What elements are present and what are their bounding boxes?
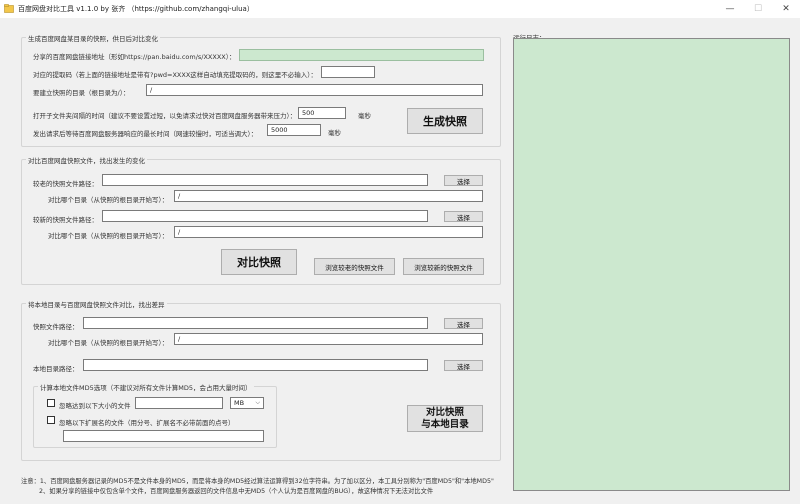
timeout-label: 发出请求后等待百度网盘服务器响应的最长时间（网速较慢时，可适当调大）： [33, 130, 258, 138]
app-icon [4, 4, 14, 13]
snapshot-dir-input[interactable]: / [146, 84, 483, 96]
extract-code-input[interactable] [321, 66, 375, 78]
ignore-size-label: 忽略达到以下大小的文件 [59, 402, 131, 410]
compare-local-button[interactable]: 对比快照 与本地目录 [407, 405, 483, 432]
browse-old-snapshot-button[interactable]: 浏览较老的快照文件 [314, 258, 395, 275]
size-unit-value: MB [234, 399, 245, 407]
new-compare-dir-input[interactable]: / [174, 226, 483, 238]
timeout-unit: 毫秒 [328, 129, 341, 137]
minimize-button[interactable]: — [716, 0, 744, 18]
maximize-button[interactable]: ☐ [744, 0, 772, 18]
snapshot-dir-label: 要建立快照的目录（根目录为/）： [33, 89, 130, 97]
interval-label: 打开子文件夹间隔的时间（建议不要设置过短，以免请求过快对百度网盘服务器带来压力）… [33, 112, 297, 120]
old-snapshot-choose-button[interactable]: 选择 [444, 175, 483, 186]
local-dir-path-input[interactable] [83, 359, 428, 371]
size-unit-dropdown[interactable]: MB ⌵ [230, 397, 264, 409]
ignore-size-input[interactable] [135, 397, 223, 409]
window-title: 百度网盘对比工具 v1.1.0 by 张齐 （https://github.co… [18, 5, 254, 13]
chevron-down-icon: ⌵ [255, 399, 260, 406]
new-snapshot-path-input[interactable] [102, 210, 428, 222]
snapshot-file-path-input[interactable] [83, 317, 428, 329]
local-dir-path-label: 本地目录路径： [33, 365, 79, 373]
local-compare-group-title: 将本地目录与百度网盘快照文件对比，找出差异 [26, 299, 167, 309]
compare-snapshots-button[interactable]: 对比快照 [221, 249, 297, 275]
ignore-size-checkbox[interactable] [47, 399, 55, 407]
snapshot-file-path-label: 快照文件路径： [33, 323, 79, 331]
new-snapshot-path-label: 较新的快照文件路径： [33, 216, 98, 224]
local-dir-choose-button[interactable]: 选择 [444, 360, 483, 371]
local-snap-dir-label: 对比哪个目录（从快照的根目录开始写）： [48, 339, 169, 347]
interval-unit: 毫秒 [358, 112, 371, 120]
compare-local-line2: 与本地目录 [421, 418, 469, 430]
close-button[interactable]: ✕ [772, 0, 800, 18]
local-snap-dir-input[interactable]: / [174, 333, 483, 345]
ignore-ext-input[interactable] [63, 430, 264, 442]
interval-input[interactable]: 500 [298, 107, 346, 119]
note-line-2: 2、如果分享的链接中仅包含单个文件，百度网盘服务器返回的文件信息中无MD5（个人… [39, 488, 434, 495]
new-compare-dir-label: 对比哪个目录（从快照的根目录开始写）： [48, 232, 169, 240]
compare-group-title: 对比百度网盘快照文件，找出发生的变化 [26, 155, 147, 165]
snapshot-group-title: 生成百度网盘某目录的快照，供日后对比变化 [26, 33, 160, 43]
compare-local-line1: 对比快照 [425, 406, 464, 418]
log-textarea[interactable] [513, 38, 790, 491]
note-line-1: 注意：1、百度网盘服务器记录的MD5不是文件本身的MD5，而是将本身的MD5经过… [21, 478, 494, 485]
share-link-label: 分享的百度网盘链接地址（形如https://pan.baidu.com/s/XX… [33, 53, 236, 61]
extract-code-label: 对应的提取码（若上面的链接地址是带有?pwd=XXXX这样自动填充提取码的，则这… [33, 71, 318, 79]
old-compare-dir-input[interactable]: / [174, 190, 483, 202]
browse-new-snapshot-button[interactable]: 浏览较新的快照文件 [403, 258, 484, 275]
share-link-input[interactable] [239, 49, 484, 61]
old-snapshot-path-label: 较老的快照文件路径： [33, 180, 98, 188]
title-bar: 百度网盘对比工具 v1.1.0 by 张齐 （https://github.co… [0, 0, 800, 18]
ignore-ext-label: 忽略以下扩展名的文件（用分号、扩展名不必带前面的点号） [59, 419, 235, 427]
old-compare-dir-label: 对比哪个目录（从快照的根目录开始写）： [48, 196, 169, 204]
new-snapshot-choose-button[interactable]: 选择 [444, 211, 483, 222]
old-snapshot-path-input[interactable] [102, 174, 428, 186]
snapshot-file-choose-button[interactable]: 选择 [444, 318, 483, 329]
timeout-input[interactable]: 5000 [267, 124, 321, 136]
ignore-ext-checkbox[interactable] [47, 416, 55, 424]
generate-snapshot-button[interactable]: 生成快照 [407, 108, 483, 134]
md5-options-group-title: 计算本地文件MD5选项（不建议对所有文件计算MD5，会占用大量时间） [38, 382, 254, 392]
